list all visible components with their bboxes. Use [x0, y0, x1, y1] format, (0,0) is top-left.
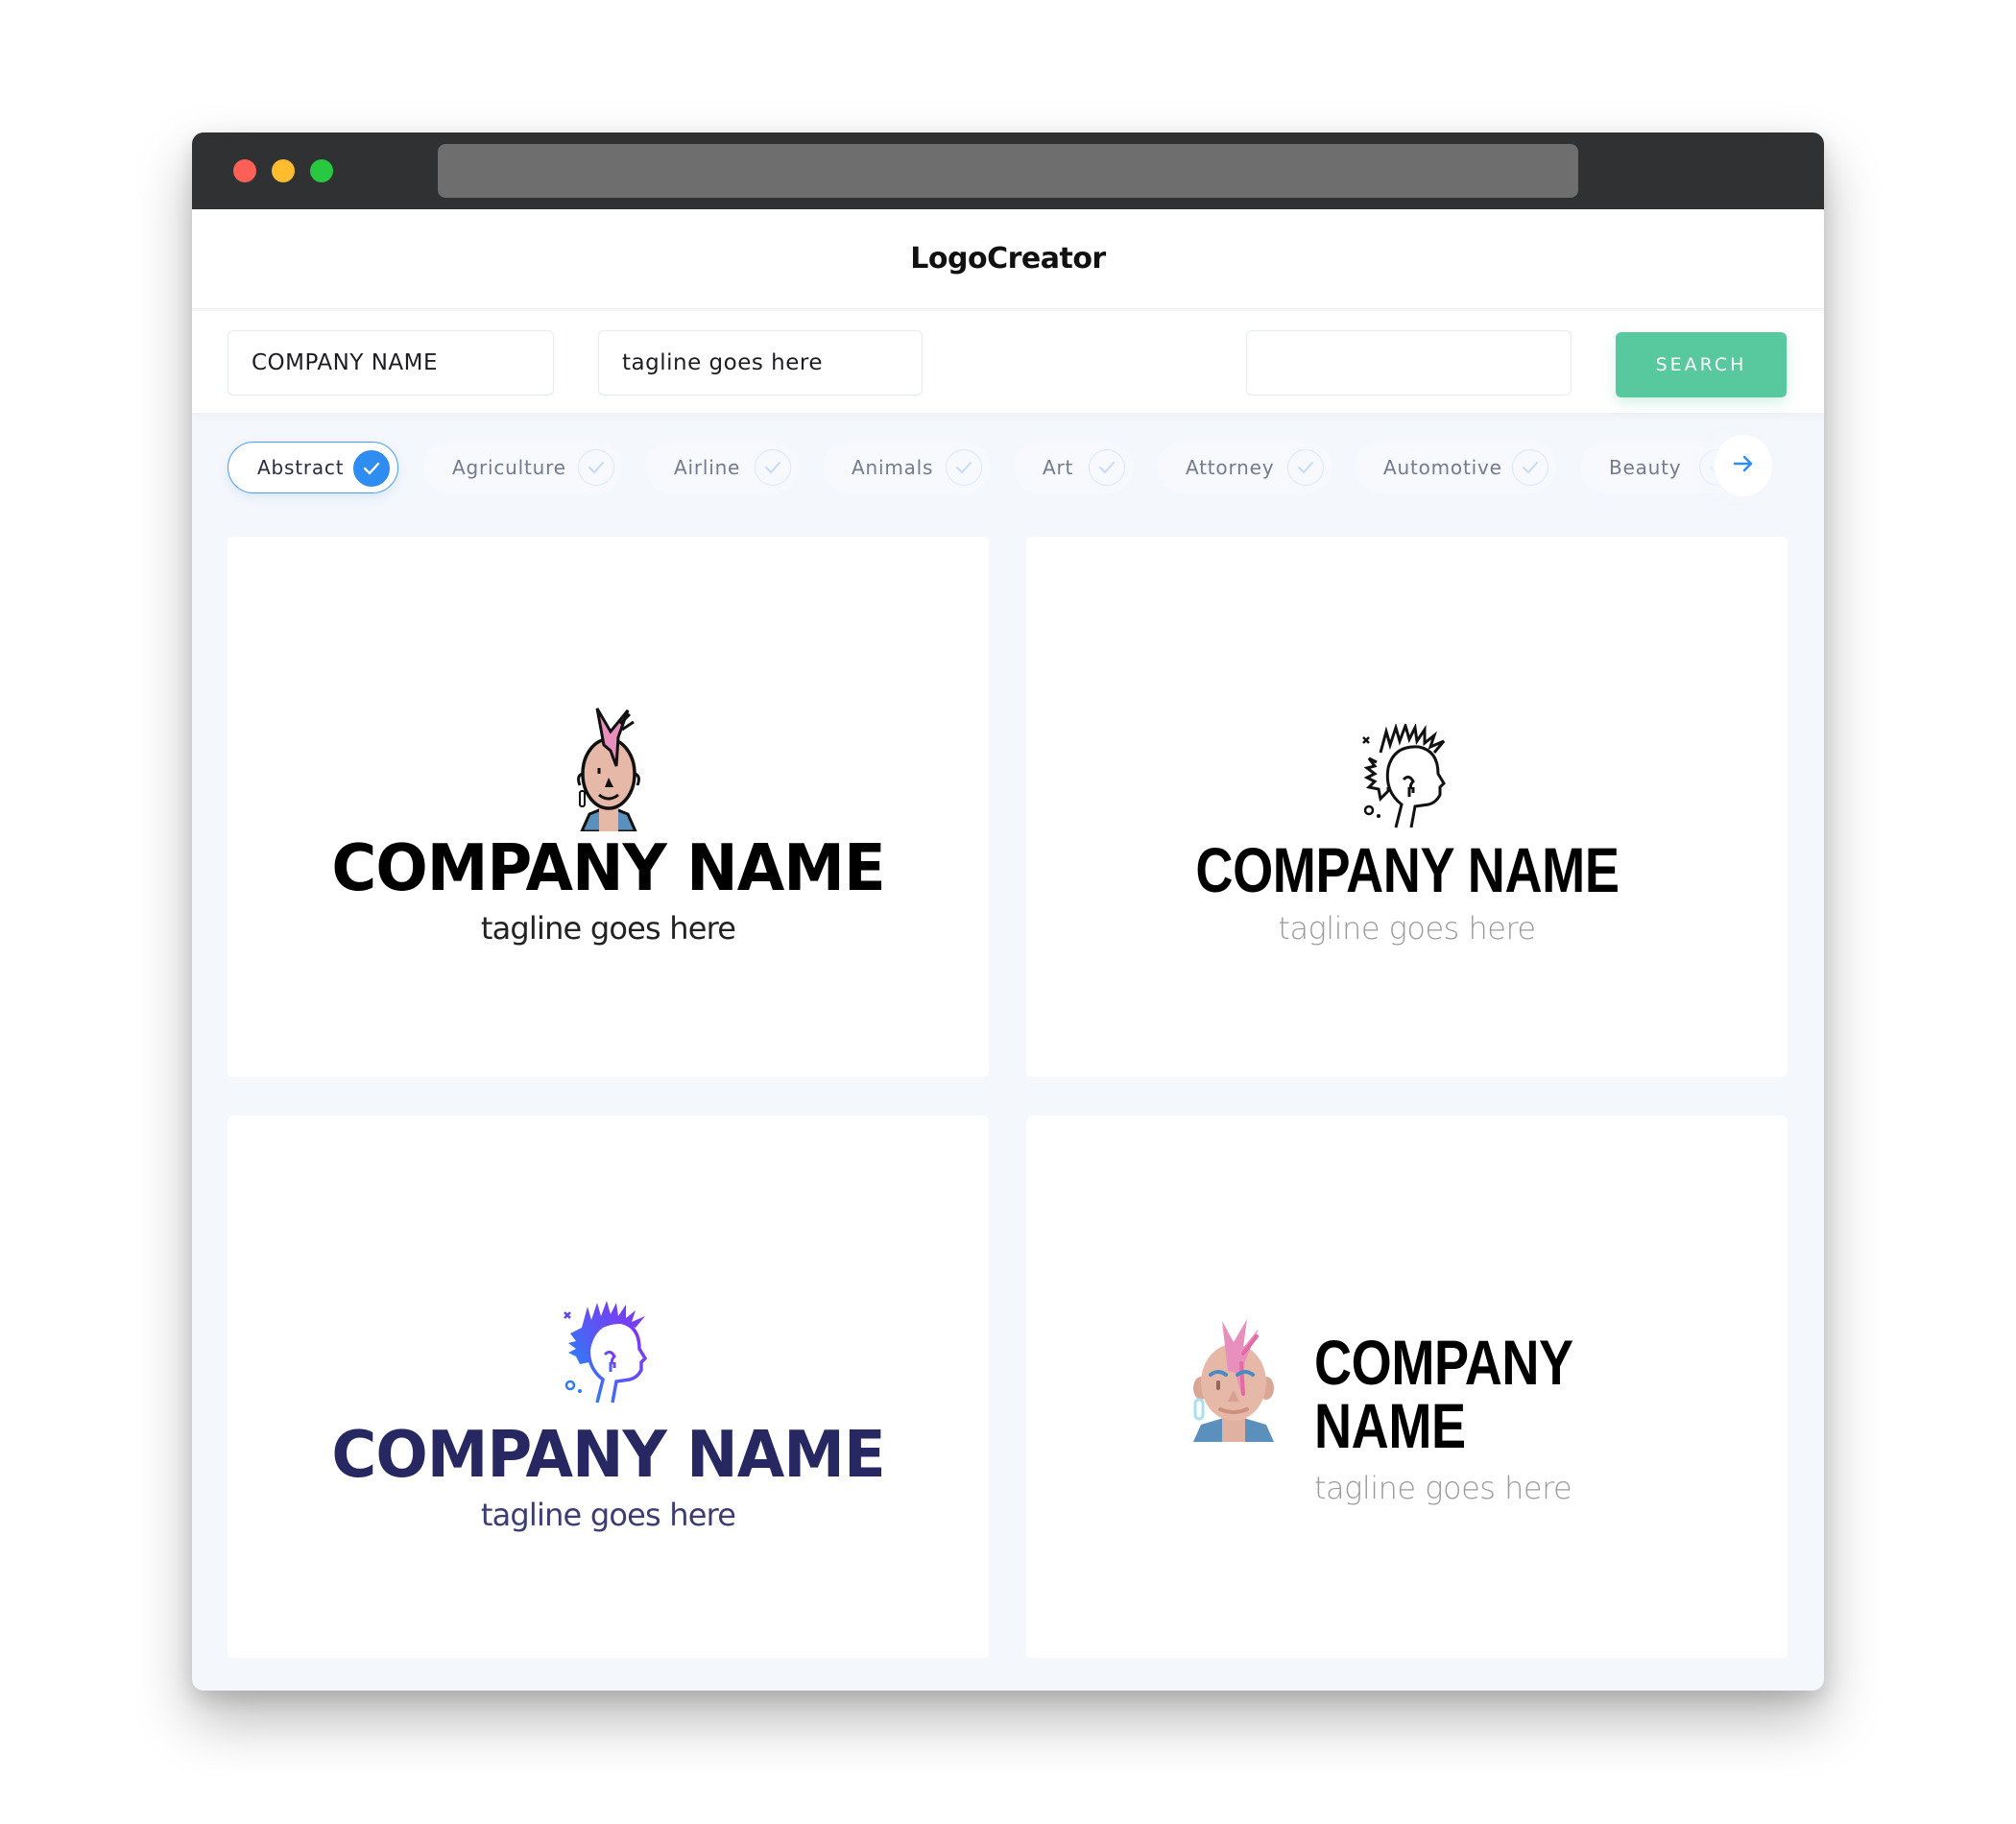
check-icon [1512, 449, 1548, 486]
category-chip-automotive[interactable]: Automotive [1355, 442, 1556, 493]
category-chip-airline[interactable]: Airline [645, 442, 799, 493]
tagline-input[interactable]: tagline goes here [598, 330, 923, 396]
maximize-window-button[interactable] [310, 159, 333, 182]
category-label: Attorney [1186, 456, 1275, 479]
logo-company-name: COMPANY NAME [1194, 834, 1620, 905]
minimize-window-button[interactable] [272, 159, 295, 182]
category-label: Beauty [1609, 456, 1682, 479]
title-bar [192, 132, 1824, 209]
category-chip-animals[interactable]: Animals [823, 442, 990, 493]
logo-company-name: COMPANY NAME [331, 831, 885, 906]
search-button[interactable]: SEARCH [1616, 332, 1787, 397]
category-chip-agriculture[interactable]: Agriculture [423, 442, 622, 493]
check-icon [578, 449, 614, 486]
company-name-input[interactable]: COMPANY NAME [228, 330, 554, 396]
brand-logo[interactable]: LogoCreator [910, 242, 1106, 276]
browser-window: LogoCreator COMPANY NAME tagline goes he… [192, 132, 1824, 1691]
check-icon [353, 450, 390, 487]
logo-tagline: tagline goes here [1314, 1470, 1572, 1506]
logo-card[interactable]: COMPANY NAME tagline goes here [1026, 1116, 1788, 1658]
punk-profile-gradient-icon [561, 1299, 657, 1409]
close-window-button[interactable] [233, 159, 256, 182]
category-label: Art [1043, 456, 1074, 479]
category-label: Automotive [1383, 456, 1502, 479]
category-chip-abstract[interactable]: Abstract [228, 442, 398, 493]
logo-card[interactable]: COMPANY NAME tagline goes here [228, 537, 989, 1077]
category-label: Airline [674, 456, 741, 479]
logo-company-name: COMPANY NAME [1314, 1327, 1572, 1461]
check-icon [755, 449, 791, 486]
check-icon [1089, 449, 1125, 486]
category-chip-art[interactable]: Art [1014, 442, 1133, 493]
punk-face-flat-icon [1189, 1315, 1278, 1447]
keyword-input[interactable] [1246, 330, 1572, 396]
search-bar: COMPANY NAME tagline goes here SEARCH [192, 311, 1824, 413]
address-bar[interactable] [438, 144, 1578, 198]
category-label: Animals [852, 456, 934, 479]
app-header: LogoCreator [192, 209, 1824, 309]
punk-profile-line-icon [1359, 721, 1455, 834]
category-filter: Abstract Agriculture Airline Animals Art [192, 422, 1824, 518]
logo-tagline: tagline goes here [480, 1497, 736, 1533]
scroll-categories-right-button[interactable] [1715, 435, 1772, 496]
logo-company-name: COMPANY NAME [331, 1418, 885, 1493]
logo-tagline: tagline goes here [480, 910, 736, 947]
logo-card[interactable]: COMPANY NAME tagline goes here [1026, 537, 1788, 1077]
category-chip-attorney[interactable]: Attorney [1157, 442, 1332, 493]
punk-face-filled-outline-icon [561, 707, 657, 836]
logo-card[interactable]: COMPANY NAME tagline goes here [228, 1116, 989, 1658]
category-label: Agriculture [452, 456, 566, 479]
check-icon [946, 449, 982, 486]
logo-tagline: tagline goes here [1278, 910, 1536, 947]
category-label: Abstract [257, 456, 345, 479]
check-icon [1287, 449, 1324, 486]
arrow-right-icon [1733, 455, 1754, 477]
